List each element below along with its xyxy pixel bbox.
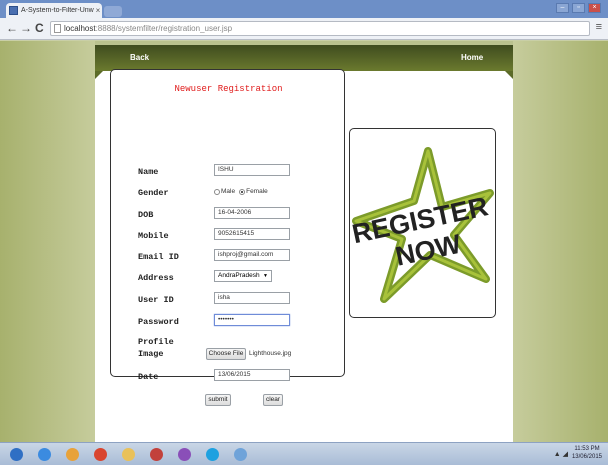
app-icon[interactable] <box>174 445 194 464</box>
form-title: Newuser Registration <box>174 84 283 94</box>
url-host: localhost <box>64 24 96 33</box>
url-path: :8888/systemfilter/registration_user.jsp <box>95 24 233 33</box>
close-window-button[interactable]: × <box>588 3 601 13</box>
gender-radio-group: Male Female <box>214 188 268 195</box>
name-input[interactable]: ISHU <box>214 164 290 176</box>
home-link[interactable]: Home <box>461 53 483 62</box>
browser-tab[interactable]: A-System-to-Filter-Unwa × <box>6 3 102 18</box>
address-bar[interactable]: localhost:8888/systemfilter/registration… <box>50 21 590 36</box>
email-input[interactable]: ishproj@gmail.com <box>214 249 290 261</box>
gender-male-radio[interactable] <box>214 188 220 195</box>
ie-icon[interactable] <box>34 445 54 464</box>
clear-button[interactable]: clear <box>263 394 283 406</box>
gender-female-radio[interactable] <box>239 188 246 195</box>
name-label: Name <box>138 167 159 177</box>
choose-file-button[interactable]: Choose File <box>206 348 246 360</box>
reload-icon[interactable]: C <box>35 21 44 35</box>
media-player-icon[interactable] <box>62 445 82 464</box>
paint-icon-glyph <box>149 448 163 461</box>
system-clock[interactable]: 11:53 PM 13/06/2015 <box>572 445 602 461</box>
left-backdrop <box>0 41 95 442</box>
dob-label: DOB <box>138 210 154 220</box>
password-input[interactable]: ••••••• <box>214 314 290 326</box>
registration-form: Newuser Registration Name ISHU Gender Ma… <box>110 69 345 406</box>
dob-input[interactable]: 16-04-2006 <box>214 207 290 219</box>
explorer-folder-icon-glyph <box>121 448 135 461</box>
media-player-icon-glyph <box>65 448 79 461</box>
clock-date: 13/06/2015 <box>571 454 602 460</box>
gender-label: Gender <box>138 188 169 198</box>
mobile-label: Mobile <box>138 231 169 241</box>
app-icon-glyph <box>177 448 191 461</box>
address-select-value: AndraPradesh <box>218 272 260 279</box>
mobile-input[interactable]: 9052615415 <box>214 228 290 240</box>
browser-titlebar: A-System-to-Filter-Unwa × – ▫ × <box>0 0 608 18</box>
email-label: Email ID <box>138 252 179 262</box>
ribbon-fold-right <box>505 71 513 79</box>
ie-icon-glyph <box>37 448 51 461</box>
address-select[interactable]: AndraPradesh ▼ <box>214 270 272 282</box>
notepad-icon-glyph <box>233 448 247 461</box>
start-orb-icon[interactable] <box>6 445 26 464</box>
forward-arrow-icon[interactable]: → <box>20 21 32 35</box>
page-icon <box>54 24 61 33</box>
new-tab-button[interactable] <box>104 6 122 17</box>
register-now-panel: REGISTER NOW <box>349 128 496 318</box>
browser-toolbar: ← → C localhost:8888/systemfilter/regist… <box>0 18 608 40</box>
tray-arrow-icon[interactable]: ▲ ◢ <box>554 450 568 458</box>
submit-button[interactable]: submit <box>205 394 231 406</box>
site-navbar: Back Home <box>95 45 513 71</box>
date-label: Date <box>138 372 159 382</box>
paint-icon[interactable] <box>146 445 166 464</box>
maximize-button[interactable]: ▫ <box>572 3 585 13</box>
userid-label: User ID <box>138 295 174 305</box>
chrome-icon-glyph <box>93 448 107 461</box>
profile-image-label-line1: Profile <box>138 337 174 347</box>
ribbon-fold-left <box>95 71 103 79</box>
back-arrow-icon[interactable]: ← <box>6 21 18 35</box>
gender-male-label: Male <box>221 188 236 195</box>
gender-female-label: Female <box>246 188 268 195</box>
skype-icon[interactable] <box>202 445 222 464</box>
password-label: Password <box>138 317 179 327</box>
chevron-down-icon: ▼ <box>263 273 268 279</box>
userid-input[interactable]: isha <box>214 292 290 304</box>
start-orb-icon-glyph <box>9 448 23 461</box>
favicon-icon <box>9 6 18 15</box>
tab-title: A-System-to-Filter-Unwa <box>21 7 94 14</box>
chrome-icon[interactable] <box>90 445 110 464</box>
profile-image-label-line2: Image <box>138 349 164 359</box>
clock-time: 11:53 PM <box>574 446 600 452</box>
tab-close-icon[interactable]: × <box>94 6 102 15</box>
taskbar: ▲ ◢ 11:53 PM 13/06/2015 <box>0 442 608 465</box>
explorer-folder-icon[interactable] <box>118 445 138 464</box>
notepad-icon[interactable] <box>230 445 250 464</box>
right-backdrop <box>513 41 608 442</box>
address-label: Address <box>138 273 174 283</box>
register-now-star-icon: REGISTER NOW <box>350 147 494 303</box>
menu-icon[interactable]: ≡ <box>596 21 602 33</box>
back-link[interactable]: Back <box>130 53 149 62</box>
skype-icon-glyph <box>205 448 219 461</box>
date-input[interactable]: 13/06/2015 <box>214 369 290 381</box>
chosen-file-name: Lighthouse.jpg <box>249 350 292 357</box>
minimize-button[interactable]: – <box>556 3 569 13</box>
